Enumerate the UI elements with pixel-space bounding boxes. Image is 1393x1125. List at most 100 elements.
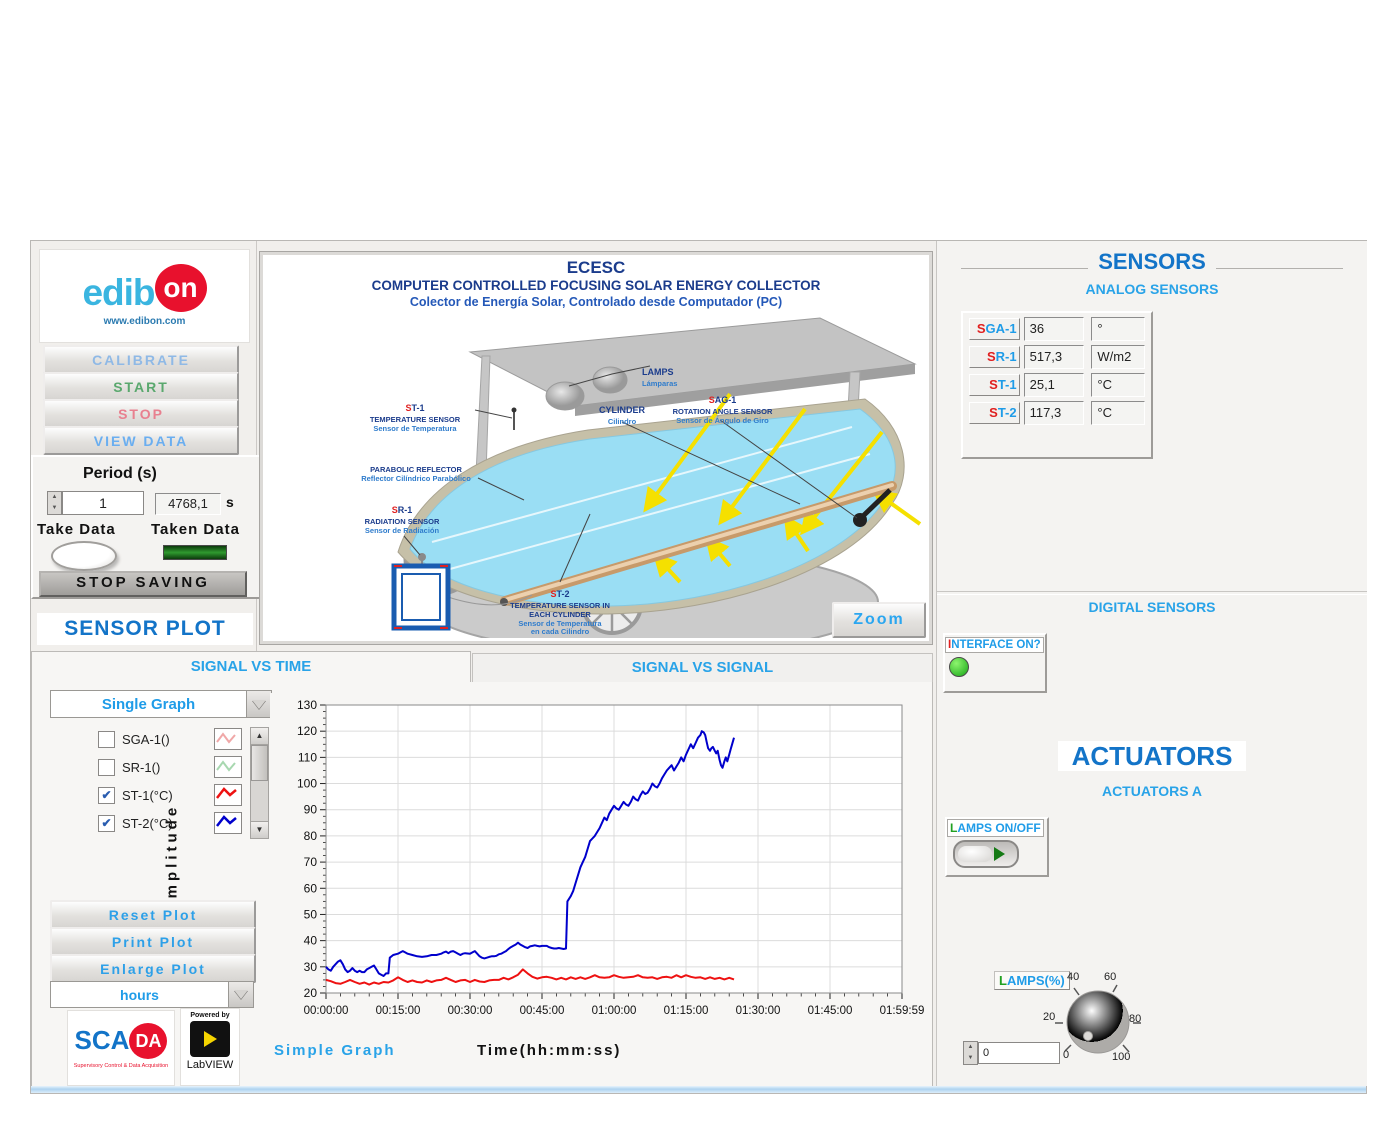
elapsed-display: 4768,1 bbox=[155, 493, 221, 515]
knob-tick-80: 80 bbox=[1129, 1013, 1141, 1025]
period-spinner[interactable]: ▲▼ bbox=[47, 491, 62, 515]
lamps-pct-input[interactable]: 0 bbox=[978, 1042, 1060, 1064]
scada-logo: SCADA Supervisory Control & Data Acquisi… bbox=[67, 1010, 175, 1086]
knob-tick-0: 0 bbox=[1063, 1049, 1069, 1061]
stop-button[interactable]: STOP bbox=[43, 399, 239, 428]
sensor-code: ST-2 bbox=[969, 402, 1020, 424]
svg-text:120: 120 bbox=[297, 724, 317, 738]
svg-text:40: 40 bbox=[304, 934, 318, 948]
svg-text:00:45:00: 00:45:00 bbox=[520, 1005, 565, 1017]
stop-saving-button[interactable]: STOP SAVING bbox=[39, 571, 247, 597]
taken-data-label: Taken Data bbox=[151, 521, 240, 538]
scroll-down-icon[interactable]: ▼ bbox=[251, 821, 268, 838]
diagram-panel: ECESC COMPUTER CONTROLLED FOCUSING SOLAR… bbox=[259, 251, 933, 645]
svg-text:01:45:00: 01:45:00 bbox=[808, 1005, 853, 1017]
line-style-icon[interactable] bbox=[214, 784, 242, 806]
svg-text:90: 90 bbox=[304, 803, 318, 817]
sensor-code: ST-1 bbox=[969, 374, 1020, 396]
channel-row-st2: ✔ ST-2(°C) bbox=[98, 812, 266, 834]
left-region: edibon www.edibon.com CALIBRATE START ST… bbox=[31, 241, 257, 651]
tab-signal-vs-time[interactable]: SIGNAL VS TIME bbox=[31, 651, 471, 684]
svg-text:01:00:00: 01:00:00 bbox=[592, 1005, 637, 1017]
screen: edibon www.edibon.com CALIBRATE START ST… bbox=[0, 0, 1393, 1125]
window-bottom-edge bbox=[31, 1086, 1366, 1093]
channel-checkbox[interactable] bbox=[98, 759, 115, 776]
sensor-row-st2: ST-2 117,3 °C bbox=[969, 401, 1145, 425]
label-st2: ST-2 TEMPERATURE SENSOR IN EACH CYLINDER… bbox=[495, 584, 625, 637]
channel-checkbox[interactable]: ✔ bbox=[98, 815, 115, 832]
take-data-toggle[interactable] bbox=[51, 541, 117, 571]
svg-text:01:59:59: 01:59:59 bbox=[880, 1005, 925, 1017]
chevron-down-icon[interactable] bbox=[246, 691, 271, 717]
toggle-arrow-icon bbox=[994, 847, 1005, 861]
sensors-title: SENSORS bbox=[937, 249, 1367, 275]
enlarge-plot-button[interactable]: Enlarge Plot bbox=[50, 954, 256, 983]
sensor-unit: °C bbox=[1091, 373, 1145, 397]
sensor-code: SGA-1 bbox=[969, 318, 1020, 340]
channel-checkbox[interactable]: ✔ bbox=[98, 787, 115, 804]
sensor-row-sga1: SGA-1 36 ° bbox=[969, 317, 1145, 341]
channel-checkbox[interactable] bbox=[98, 731, 115, 748]
elapsed-unit: s bbox=[226, 494, 234, 510]
svg-text:30: 30 bbox=[304, 960, 318, 974]
sensor-chart: 203040506070809010011012013000:00:0000:1… bbox=[270, 693, 930, 1033]
labview-icon bbox=[190, 1021, 230, 1057]
sensor-row-st1: ST-1 25,1 °C bbox=[969, 373, 1145, 397]
knob-tick-60: 60 bbox=[1104, 971, 1116, 983]
sensor-unit: W/m2 bbox=[1091, 345, 1145, 369]
diagram-title: ECESC bbox=[260, 258, 932, 278]
knob-tick-40: 40 bbox=[1067, 971, 1079, 983]
line-style-icon[interactable] bbox=[214, 812, 242, 834]
scrollbar-thumb[interactable] bbox=[251, 745, 268, 781]
analog-sensor-grid: SGA-1 36 ° SR-1 517,3 W/m2 ST-1 25,1 °C … bbox=[961, 311, 1153, 459]
line-style-icon[interactable] bbox=[214, 728, 242, 750]
svg-text:01:30:00: 01:30:00 bbox=[736, 1005, 781, 1017]
time-unit-dropdown[interactable]: hours bbox=[50, 981, 254, 1008]
channel-row-sga1: SGA-1() bbox=[98, 728, 266, 750]
calibrate-button[interactable]: CALIBRATE bbox=[43, 345, 239, 374]
sensor-value: 36 bbox=[1024, 317, 1085, 341]
lamps-toggle[interactable] bbox=[953, 840, 1019, 868]
channel-row-sr1: SR-1() bbox=[98, 756, 266, 778]
line-style-icon[interactable] bbox=[214, 756, 242, 778]
taken-data-led bbox=[163, 545, 227, 560]
chevron-down-icon[interactable] bbox=[228, 982, 253, 1007]
sensor-unit: ° bbox=[1091, 317, 1145, 341]
scroll-up-icon[interactable]: ▲ bbox=[251, 728, 268, 745]
svg-text:60: 60 bbox=[304, 881, 318, 895]
svg-text:00:30:00: 00:30:00 bbox=[448, 1005, 493, 1017]
sensor-value: 25,1 bbox=[1024, 373, 1085, 397]
lamps-switch-box: LAMPS ON/OFF bbox=[945, 817, 1049, 877]
chart-graph-name: Simple Graph bbox=[274, 1042, 396, 1059]
svg-text:130: 130 bbox=[297, 698, 317, 712]
diagram-subtitle: COMPUTER CONTROLLED FOCUSING SOLAR ENERG… bbox=[260, 278, 932, 293]
legend-scrollbar[interactable]: ▲ ▼ bbox=[250, 727, 269, 839]
view-data-button[interactable]: VIEW DATA bbox=[43, 426, 239, 455]
period-input[interactable]: 1 bbox=[62, 491, 144, 515]
edibon-logo-text: edib bbox=[82, 272, 154, 313]
chart-xlabel: Time(hh:mm:ss) bbox=[477, 1042, 621, 1059]
svg-text:100: 100 bbox=[297, 777, 317, 791]
label-cylinder: CYLINDER Cilindro bbox=[590, 400, 654, 427]
sensor-unit: °C bbox=[1091, 401, 1145, 425]
label-reflector: PARABOLIC REFLECTOR Reflector Cilíndrico… bbox=[352, 466, 480, 483]
digital-sensors-title: DIGITAL SENSORS bbox=[937, 599, 1367, 617]
svg-text:01:15:00: 01:15:00 bbox=[664, 1005, 709, 1017]
sensor-plot-title: SENSOR PLOT bbox=[37, 613, 253, 645]
graph-mode-dropdown[interactable]: Single Graph bbox=[50, 690, 272, 718]
lamps-pct-spinner[interactable]: ▲▼ bbox=[963, 1041, 978, 1065]
interface-led bbox=[949, 657, 969, 677]
label-sag1: SAG-1 ROTATION ANGLE SENSOR Sensor de Án… bbox=[655, 390, 790, 426]
zoom-button[interactable]: Zoom bbox=[832, 602, 926, 638]
analog-sensors-title: ANALOG SENSORS bbox=[937, 281, 1367, 299]
print-plot-button[interactable]: Print Plot bbox=[50, 927, 256, 956]
start-button[interactable]: START bbox=[43, 372, 239, 401]
tab-signal-vs-signal[interactable]: SIGNAL VS SIGNAL bbox=[472, 653, 933, 685]
interface-on-indicator: INTERFACE ON? bbox=[943, 633, 1047, 693]
sensor-row-sr1: SR-1 517,3 W/m2 bbox=[969, 345, 1145, 369]
svg-text:00:00:00: 00:00:00 bbox=[304, 1005, 349, 1017]
take-data-label: Take Data bbox=[37, 521, 116, 538]
label-sr1: SR-1 RADIATION SENSOR Sensor de Radiació… bbox=[346, 500, 458, 536]
knob-tick-100: 100 bbox=[1112, 1051, 1130, 1063]
reset-plot-button[interactable]: Reset Plot bbox=[50, 900, 256, 929]
